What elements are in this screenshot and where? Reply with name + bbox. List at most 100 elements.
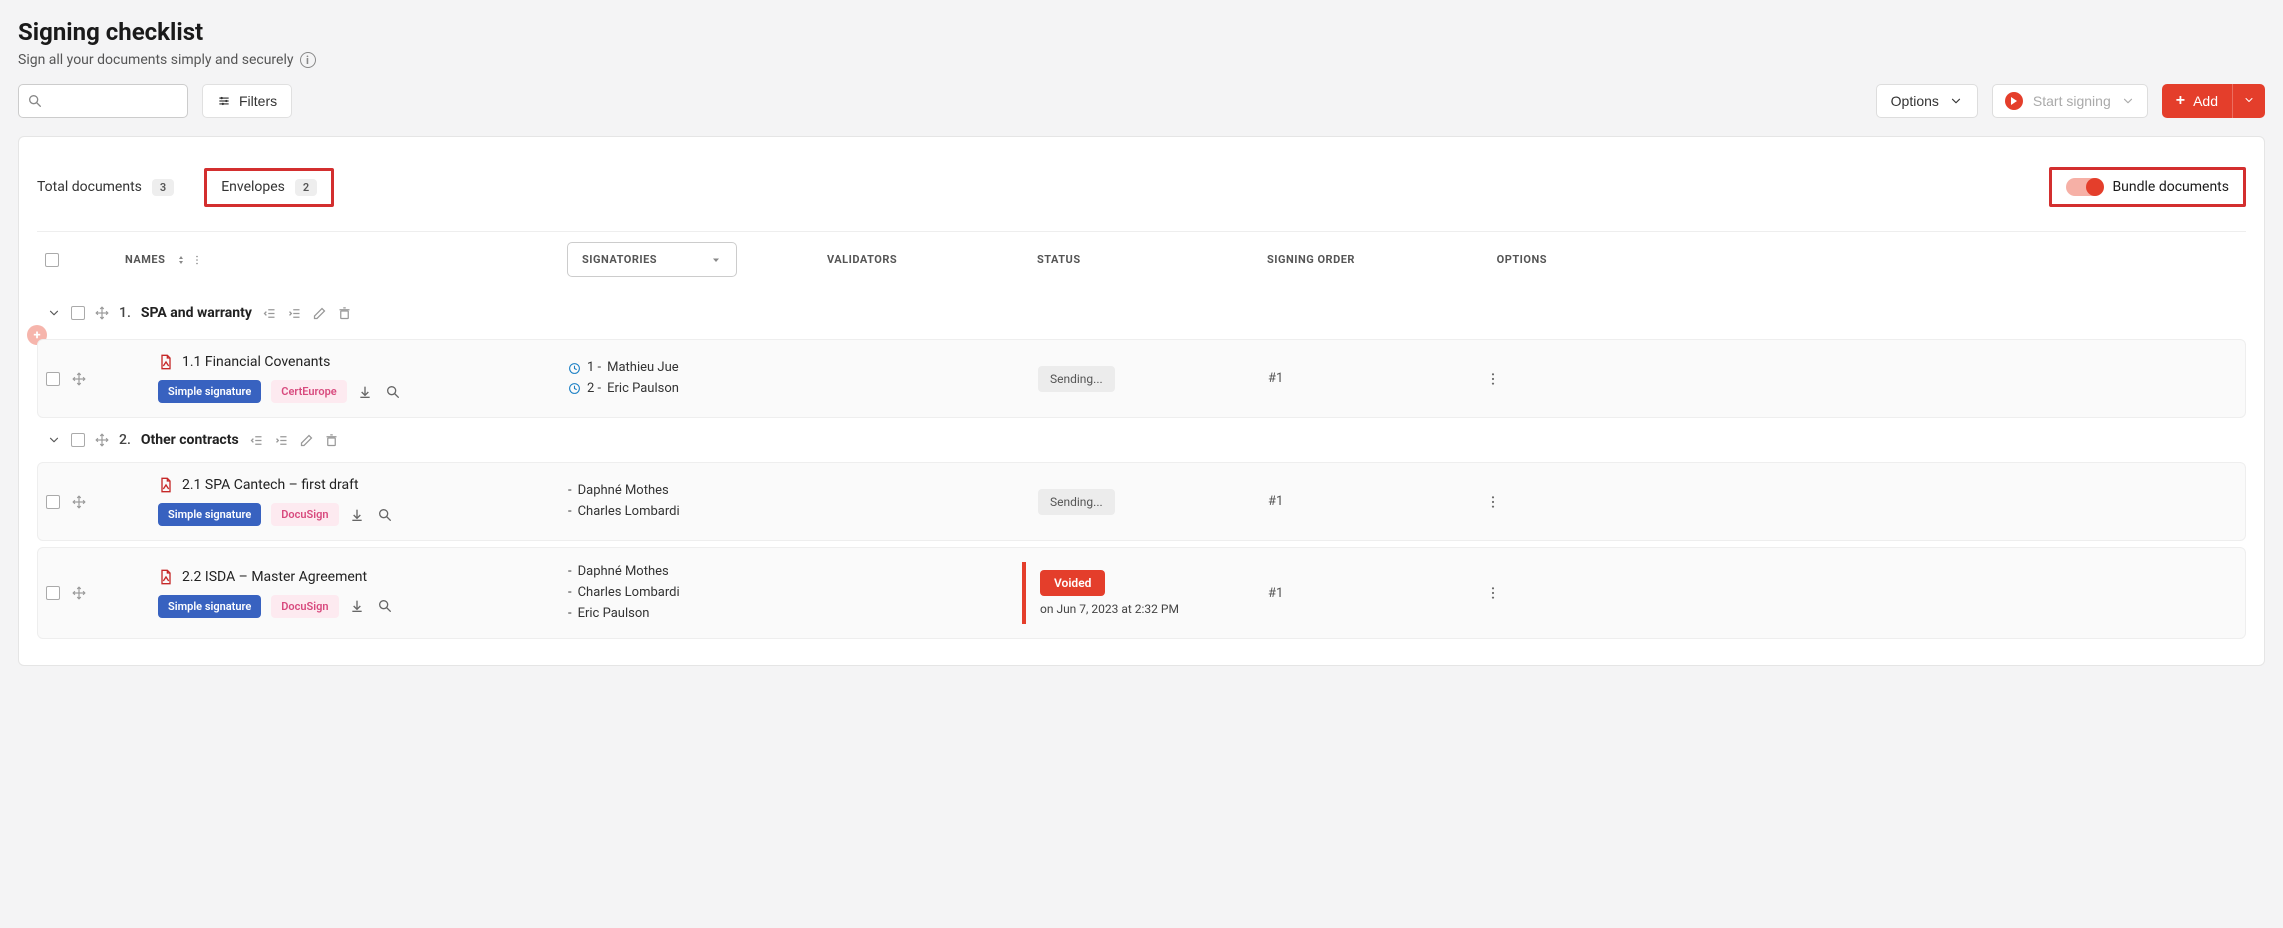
chevron-down-icon: [2121, 94, 2135, 108]
badge-count: 3: [152, 179, 174, 196]
signatory-name: Eric Paulson: [578, 604, 650, 625]
status-badge: Voided: [1040, 570, 1105, 596]
signatory-name: Charles Lombardi: [578, 502, 680, 523]
chevron-down-icon[interactable]: [47, 306, 61, 320]
chevron-down-icon[interactable]: [47, 433, 61, 447]
signatory-prefix: 1 -: [587, 358, 601, 379]
plus-icon: +: [2176, 92, 2185, 110]
status-badge: Sending...: [1038, 366, 1115, 392]
bundle-toggle[interactable]: [2066, 178, 2102, 196]
clock-icon: [568, 362, 581, 375]
select-all-checkbox[interactable]: [45, 253, 59, 267]
options-button[interactable]: Options: [1876, 84, 1978, 118]
signature-type-chip: Simple signature: [158, 595, 261, 618]
group-title: SPA and warranty: [141, 305, 252, 321]
signatory-prefix: -: [568, 502, 572, 523]
info-icon[interactable]: i: [300, 52, 316, 68]
row-options-icon[interactable]: [1485, 494, 1501, 510]
edit-icon[interactable]: [312, 306, 327, 321]
table-row: 2.1 SPA Cantech – first draft Simple sig…: [37, 462, 2246, 541]
play-icon: [2005, 92, 2023, 110]
status-timestamp: on Jun 7, 2023 at 2:32 PM: [1040, 602, 1268, 616]
sliders-icon: [217, 94, 231, 108]
document-name[interactable]: 2.2 ISDA – Master Agreement: [182, 569, 367, 585]
table-row: 2.2 ISDA – Master Agreement Simple signa…: [37, 547, 2246, 639]
row-options-icon[interactable]: [1485, 371, 1501, 387]
signing-order: #1: [1268, 494, 1438, 509]
indent-icon[interactable]: [274, 433, 289, 448]
tab-envelopes[interactable]: Envelopes 2: [221, 179, 317, 196]
search-icon[interactable]: [377, 507, 393, 523]
group-title: Other contracts: [141, 432, 239, 448]
outdent-icon[interactable]: [249, 433, 264, 448]
group-checkbox[interactable]: [71, 433, 85, 447]
th-names: NAMES: [125, 253, 165, 266]
sort-icon[interactable]: [175, 254, 187, 266]
add-button[interactable]: + Add: [2162, 84, 2265, 118]
download-icon[interactable]: [357, 384, 373, 400]
download-icon[interactable]: [349, 507, 365, 523]
trash-icon[interactable]: [324, 433, 339, 448]
signatory-prefix: 2 -: [587, 379, 601, 400]
chevron-down-icon: [2243, 94, 2255, 106]
row-checkbox[interactable]: [46, 586, 60, 600]
search-icon[interactable]: [377, 598, 393, 614]
outdent-icon[interactable]: [262, 306, 277, 321]
subtitle-text: Sign all your documents simply and secur…: [18, 52, 294, 68]
drag-handle-icon[interactable]: [72, 372, 86, 386]
th-validators: VALIDATORS: [827, 253, 1037, 266]
provider-chip: DocuSign: [271, 503, 338, 526]
drag-handle-icon[interactable]: [95, 433, 109, 447]
clock-icon: [568, 382, 581, 395]
options-label: Options: [1891, 93, 1939, 109]
bundle-toggle-label: Bundle documents: [2112, 179, 2229, 195]
row-checkbox[interactable]: [46, 495, 60, 509]
tab-total-documents[interactable]: Total documents 3: [37, 179, 174, 196]
highlight-bundle-toggle: Bundle documents: [2049, 167, 2246, 207]
search-input[interactable]: [49, 94, 225, 109]
search-icon[interactable]: [385, 384, 401, 400]
signing-order: #1: [1268, 371, 1438, 386]
th-options: OPTIONS: [1437, 253, 1547, 266]
th-status: STATUS: [1037, 253, 1267, 266]
row-checkbox[interactable]: [46, 372, 60, 386]
document-name[interactable]: 1.1 Financial Covenants: [182, 354, 330, 370]
document-name[interactable]: 2.1 SPA Cantech – first draft: [182, 477, 359, 493]
status-badge: Sending...: [1038, 489, 1115, 515]
group-number: 1.: [119, 305, 131, 321]
page-title: Signing checklist: [18, 18, 2265, 46]
signatory-prefix: -: [568, 481, 572, 502]
table-header-row: NAMES SIGNATORIES VALIDATORS STATUS SIGN…: [37, 231, 2246, 297]
indent-icon[interactable]: [287, 306, 302, 321]
signatories-dropdown[interactable]: SIGNATORIES: [567, 242, 737, 277]
drag-handle-icon[interactable]: [72, 586, 86, 600]
signatory-prefix: -: [568, 562, 572, 583]
edit-icon[interactable]: [299, 433, 314, 448]
filters-button[interactable]: Filters: [202, 84, 292, 118]
group-number: 2.: [119, 432, 131, 448]
add-dropdown-caret[interactable]: [2233, 93, 2265, 109]
signatory-name: Daphné Mothes: [578, 481, 669, 502]
provider-chip: CertEurope: [271, 380, 346, 403]
signatory-name: Mathieu Jue: [607, 358, 679, 379]
group-header: 2. Other contracts: [37, 424, 2246, 456]
signatory-name: Eric Paulson: [607, 379, 679, 400]
search-input-wrapper[interactable]: [18, 84, 188, 118]
pdf-icon: [158, 354, 174, 370]
page-subtitle: Sign all your documents simply and secur…: [18, 52, 2265, 68]
pdf-icon: [158, 477, 174, 493]
drag-handle-icon[interactable]: [95, 306, 109, 320]
search-icon: [27, 93, 43, 109]
dots-icon[interactable]: [191, 254, 203, 266]
signing-order: #1: [1268, 586, 1438, 601]
drag-handle-icon[interactable]: [72, 495, 86, 509]
signature-type-chip: Simple signature: [158, 380, 261, 403]
th-signatories: SIGNATORIES: [582, 253, 657, 266]
pdf-icon: [158, 569, 174, 585]
row-options-icon[interactable]: [1485, 585, 1501, 601]
group-checkbox[interactable]: [71, 306, 85, 320]
download-icon[interactable]: [349, 598, 365, 614]
trash-icon[interactable]: [337, 306, 352, 321]
caret-down-icon: [710, 254, 722, 266]
start-signing-button[interactable]: Start signing: [1992, 84, 2148, 118]
